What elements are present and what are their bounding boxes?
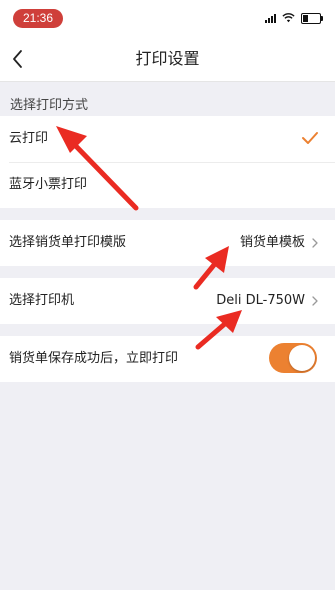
nav-bar: 打印设置 <box>0 34 335 82</box>
cellular-signal-icon <box>265 13 276 23</box>
checkmark-icon <box>302 132 318 144</box>
option-cloud-print[interactable]: 云打印 <box>0 116 335 162</box>
row-label: 销货单保存成功后，立即打印 <box>9 351 179 366</box>
status-bar: 21:36 <box>0 0 335 34</box>
option-label: 蓝牙小票打印 <box>9 177 88 192</box>
battery-icon <box>301 12 323 24</box>
chevron-right-icon <box>312 296 318 306</box>
print-method-panel: 云打印 蓝牙小票打印 <box>0 116 335 208</box>
row-label: 选择打印机 <box>9 293 75 308</box>
option-bluetooth-receipt-print[interactable]: 蓝牙小票打印 <box>0 162 335 208</box>
row-label: 选择销货单打印模版 <box>9 235 127 250</box>
selected-template-value: 销货单模板 <box>239 235 305 250</box>
template-panel: 选择销货单打印模版 销货单模板 <box>0 220 335 266</box>
status-time: 21:36 <box>13 9 63 28</box>
section-label-print-method: 选择打印方式 <box>10 98 89 113</box>
toggle-knob <box>289 345 315 371</box>
chevron-right-icon <box>312 238 318 248</box>
select-printer-row[interactable]: 选择打印机 Deli DL-750W <box>0 278 335 324</box>
auto-print-toggle[interactable] <box>269 343 317 373</box>
selected-printer-value: Deli DL-750W <box>216 293 305 308</box>
option-label: 云打印 <box>9 131 49 146</box>
select-template-row[interactable]: 选择销货单打印模版 销货单模板 <box>0 220 335 266</box>
status-icons <box>265 12 323 24</box>
print-settings-screen: 21:36 打印设置 选择打印方式 云打印 蓝牙小票打印 选择销货单打印模版 销… <box>0 0 335 590</box>
page-title: 打印设置 <box>135 49 200 68</box>
printer-panel: 选择打印机 Deli DL-750W <box>0 278 335 324</box>
wifi-icon <box>282 13 295 23</box>
